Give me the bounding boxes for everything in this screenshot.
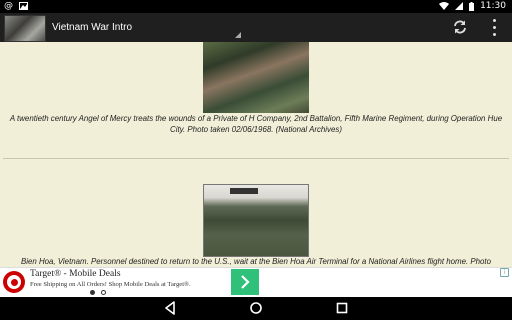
photo-medic-treating-marine — [203, 42, 309, 113]
clock: 11:30 — [480, 1, 506, 11]
app-thumbnail[interactable] — [4, 15, 46, 42]
action-bar: Vietnam War Intro — [0, 13, 512, 42]
photo-caption: A twentieth century Angel of Mercy treat… — [9, 114, 503, 134]
status-bar: @ 11:30 — [0, 0, 512, 13]
page-dot — [101, 290, 106, 295]
divider — [3, 158, 509, 159]
target-logo-icon — [2, 270, 26, 294]
spinner-dropdown-icon[interactable] — [235, 32, 241, 38]
ad-page-indicator — [90, 290, 106, 295]
ad-banner[interactable]: Target® - Mobile Deals Free Shipping on … — [0, 267, 512, 298]
ad-subtitle[interactable]: Free Shipping on All Orders! Shop Mobile… — [30, 281, 191, 288]
signal-icon — [455, 2, 464, 10]
ad-title[interactable]: Target® - Mobile Deals — [30, 269, 121, 279]
content-scroll-area[interactable]: A twentieth century Angel of Mercy treat… — [0, 42, 512, 267]
system-icons: 11:30 — [439, 1, 506, 11]
image-icon — [19, 2, 28, 10]
photo-caption: Bien Hoa, Vietnam. Personnel destined to… — [20, 257, 492, 266]
overflow-menu-icon[interactable] — [490, 19, 498, 36]
page-dot-active — [90, 290, 95, 295]
ad-open-button[interactable] — [231, 269, 259, 295]
at-sign-icon: @ — [4, 1, 13, 11]
notification-icons: @ — [4, 1, 28, 11]
home-icon[interactable] — [248, 301, 264, 315]
wifi-icon — [439, 2, 450, 10]
ad-info-icon[interactable]: i — [500, 268, 509, 277]
battery-icon — [469, 1, 475, 11]
navigation-bar — [0, 297, 512, 320]
chevron-right-icon — [241, 275, 250, 289]
refresh-icon[interactable] — [452, 19, 468, 35]
recents-icon[interactable] — [334, 301, 350, 315]
photo-bien-hoa-air-terminal — [203, 184, 309, 257]
back-icon[interactable] — [163, 301, 179, 315]
app-title[interactable]: Vietnam War Intro — [52, 22, 132, 33]
